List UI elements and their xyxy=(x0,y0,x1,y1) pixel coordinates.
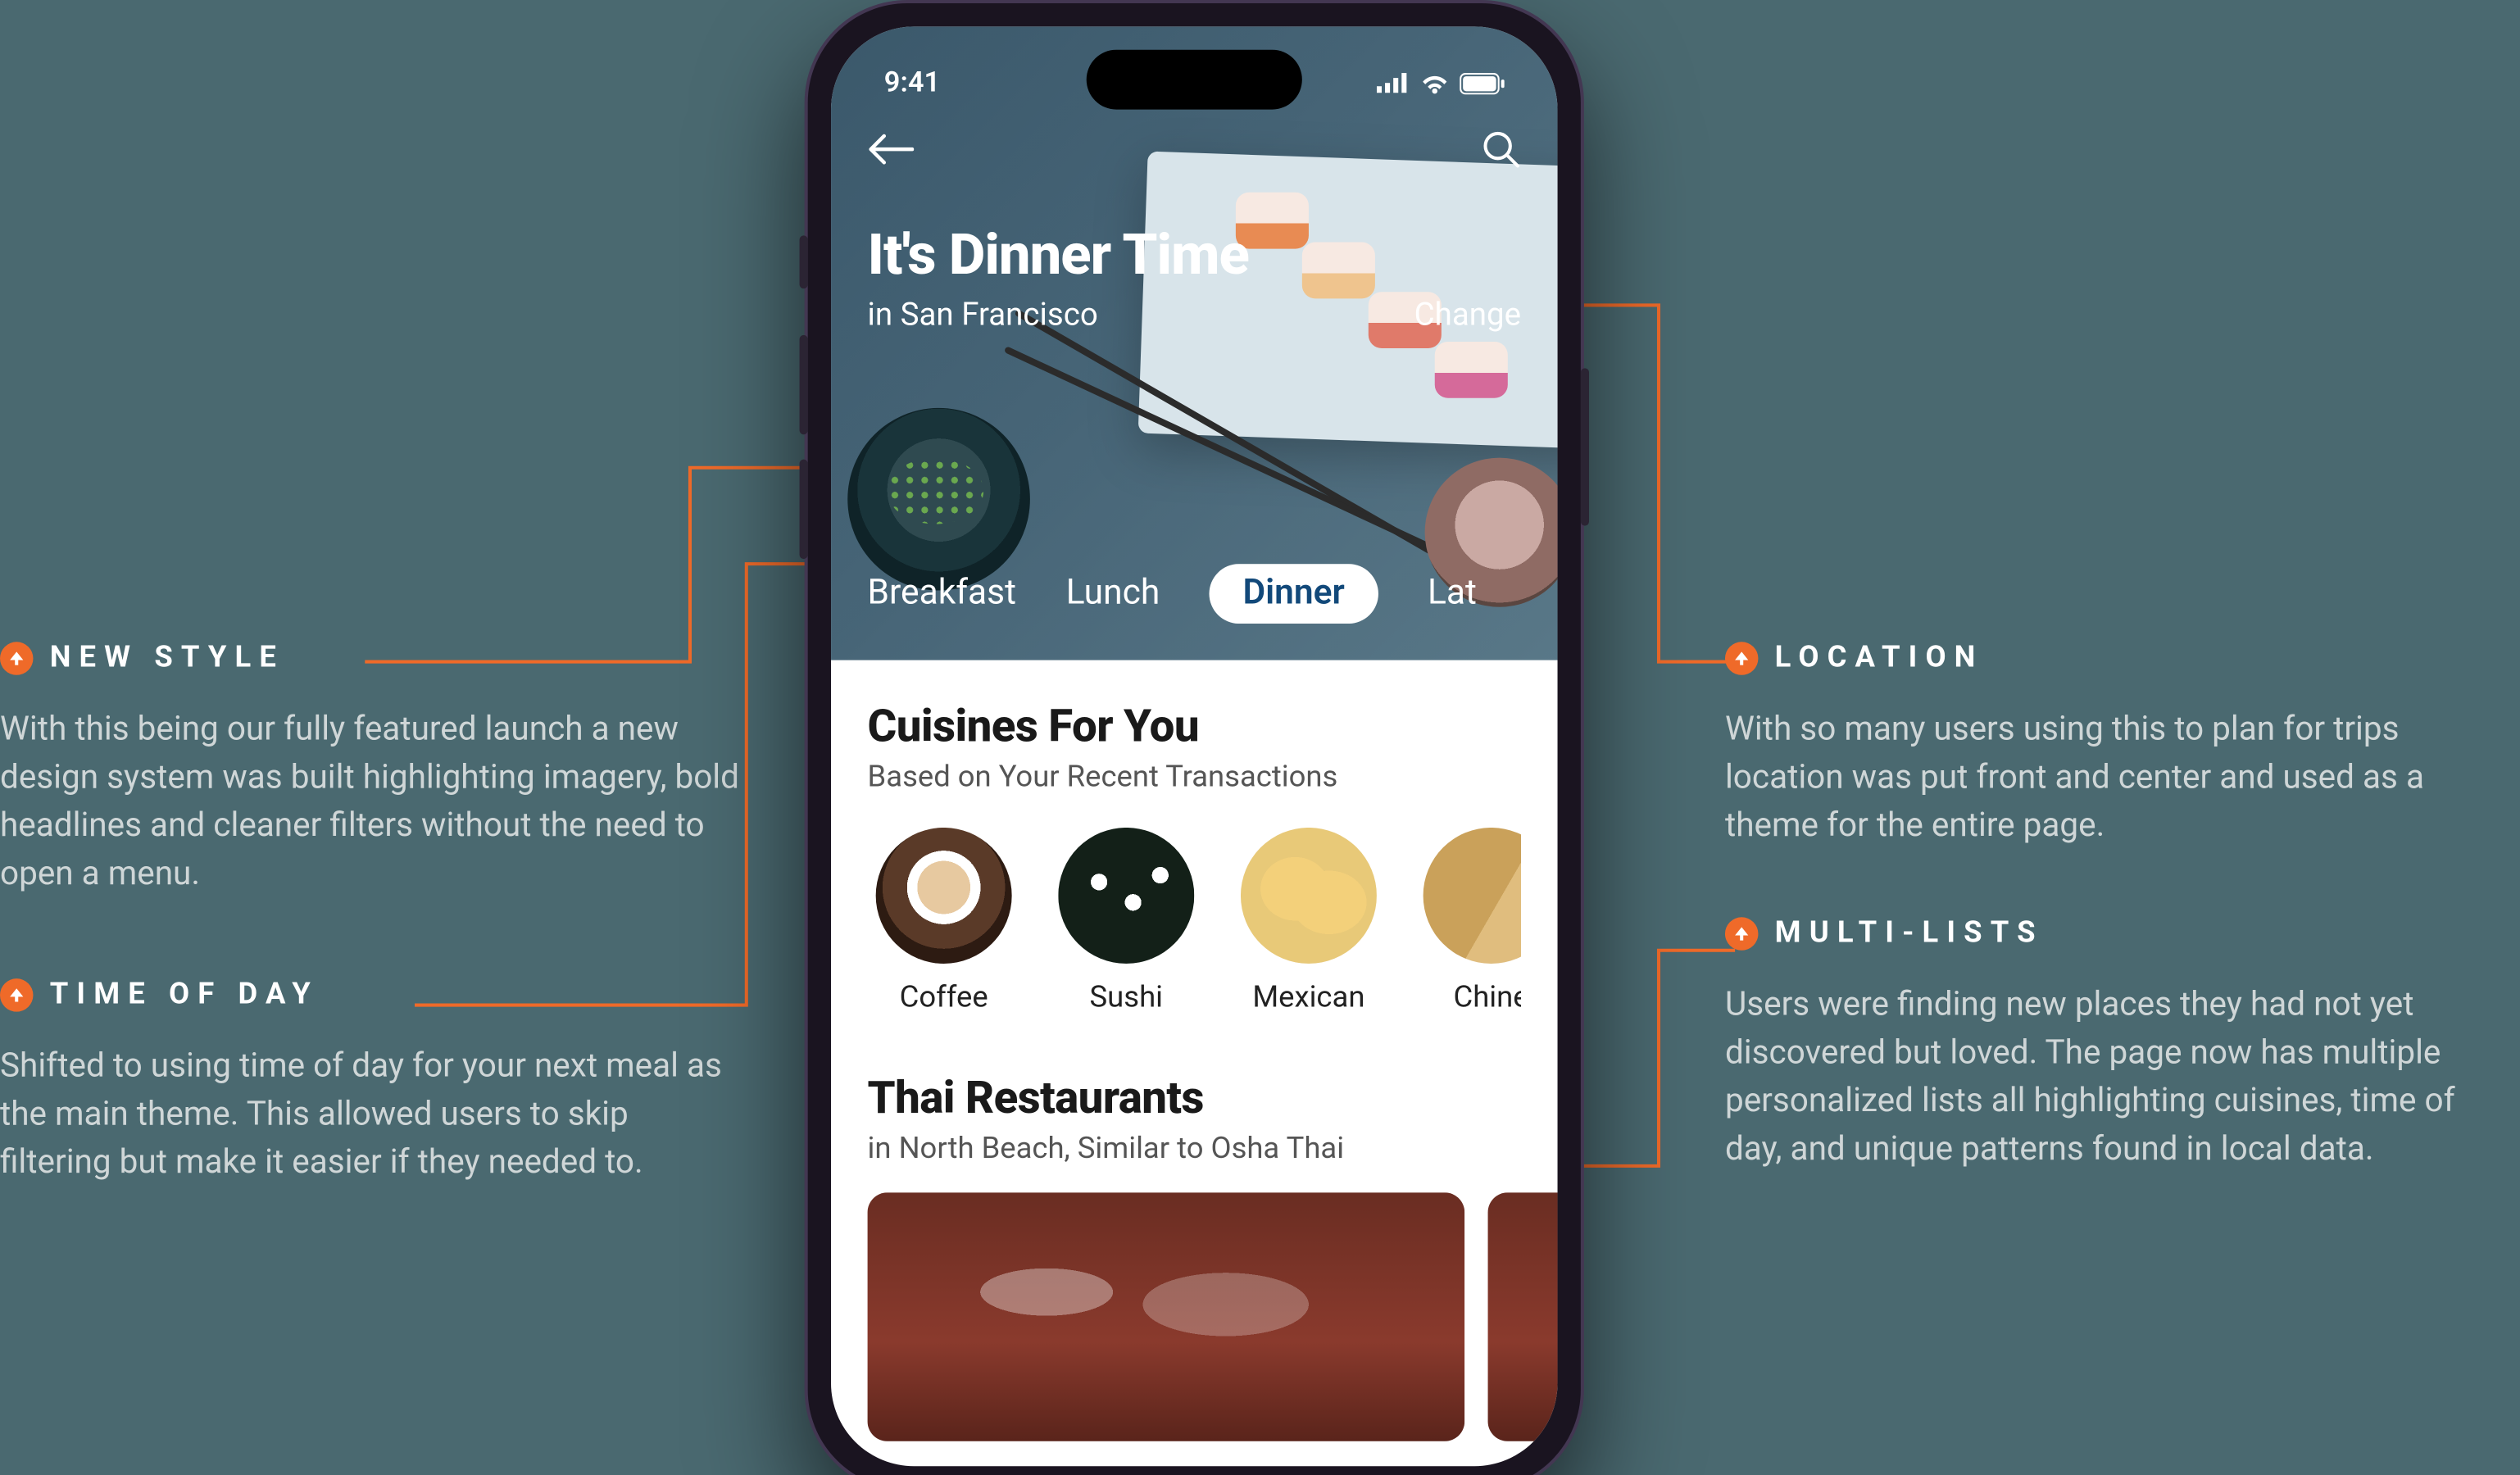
cuisine-label: Mexican xyxy=(1252,980,1364,1015)
restaurant-card[interactable] xyxy=(1488,1192,1558,1441)
restaurant-card-row[interactable] xyxy=(868,1192,1521,1441)
annotation-body: Users were finding new places they had n… xyxy=(1725,980,2472,1173)
content-area: Cuisines For You Based on Your Recent Tr… xyxy=(831,660,1558,1441)
arrow-up-icon xyxy=(0,641,33,674)
annotation-title: LOCATION xyxy=(1775,640,1984,675)
tab-late[interactable]: Lat xyxy=(1428,564,1477,624)
cellular-icon xyxy=(1377,73,1410,93)
annotations-left: NEW STYLE With this being our fully feat… xyxy=(0,640,747,1252)
annotation-body: With so many users using this to plan fo… xyxy=(1725,705,2472,849)
annotation-multi-lists: MULTI-LISTS Users were finding new place… xyxy=(1725,915,2472,1173)
restaurant-card[interactable] xyxy=(868,1192,1465,1441)
hero-area: It's Dinner Time in San Francisco Change… xyxy=(831,26,1558,660)
arrow-up-icon xyxy=(1725,916,1758,949)
cuisines-title: Cuisines For You xyxy=(868,700,1521,753)
mexican-icon xyxy=(1241,828,1377,964)
back-button[interactable] xyxy=(868,133,915,166)
cuisines-subtitle: Based on Your Recent Transactions xyxy=(868,760,1521,795)
tab-breakfast[interactable]: Breakfast xyxy=(868,564,1016,624)
phone-mockup: 9:41 xyxy=(805,0,1584,1475)
meal-tabs: Breakfast Lunch Dinner Lat xyxy=(831,564,1558,624)
annotation-title: TIME OF DAY xyxy=(50,977,319,1012)
wifi-icon xyxy=(1420,72,1450,93)
design-overview: NEW STYLE With this being our fully feat… xyxy=(0,0,2519,1475)
cuisine-row[interactable]: Coffee Sushi Mexican Chine xyxy=(868,828,1521,1015)
annotation-title: NEW STYLE xyxy=(50,640,284,675)
annotations-right: LOCATION With so many users using this t… xyxy=(1725,640,2472,1239)
cuisine-label: Chine xyxy=(1454,980,1521,1015)
cuisine-coffee[interactable]: Coffee xyxy=(868,828,1020,1015)
dynamic-island xyxy=(1087,50,1302,110)
tab-dinner[interactable]: Dinner xyxy=(1210,564,1378,624)
cuisine-label: Coffee xyxy=(900,980,988,1015)
annotation-title: MULTI-LISTS xyxy=(1775,915,2044,951)
search-button[interactable] xyxy=(1481,129,1521,170)
cuisine-sushi[interactable]: Sushi xyxy=(1050,828,1202,1015)
status-time: 9:41 xyxy=(884,66,940,99)
section2-title: Thai Restaurants xyxy=(868,1072,1521,1125)
section2-subtitle: in North Beach, Similar to Osha Thai xyxy=(868,1131,1521,1166)
annotation-body: With this being our fully featured launc… xyxy=(0,705,747,897)
hero-title: It's Dinner Time xyxy=(868,222,1249,288)
change-location-button[interactable]: Change xyxy=(1414,295,1521,334)
battery-icon xyxy=(1460,72,1505,93)
annotation-body: Shifted to using time of day for your ne… xyxy=(0,1042,747,1186)
chinese-icon xyxy=(1423,828,1521,964)
annotation-time-of-day: TIME OF DAY Shifted to using time of day… xyxy=(0,977,747,1186)
app-screen: 9:41 xyxy=(831,26,1558,1466)
hero-subtitle: in San Francisco xyxy=(868,295,1249,334)
sushi-icon xyxy=(1058,828,1194,964)
tab-lunch[interactable]: Lunch xyxy=(1066,564,1160,624)
arrow-up-icon xyxy=(0,978,33,1010)
cuisine-label: Sushi xyxy=(1090,980,1163,1015)
arrow-up-icon xyxy=(1725,641,1758,674)
annotation-new-style: NEW STYLE With this being our fully feat… xyxy=(0,640,747,897)
cuisine-chinese[interactable]: Chine xyxy=(1414,828,1521,1015)
annotation-location: LOCATION With so many users using this t… xyxy=(1725,640,2472,849)
cuisine-mexican[interactable]: Mexican xyxy=(1233,828,1385,1015)
coffee-icon xyxy=(876,828,1012,964)
